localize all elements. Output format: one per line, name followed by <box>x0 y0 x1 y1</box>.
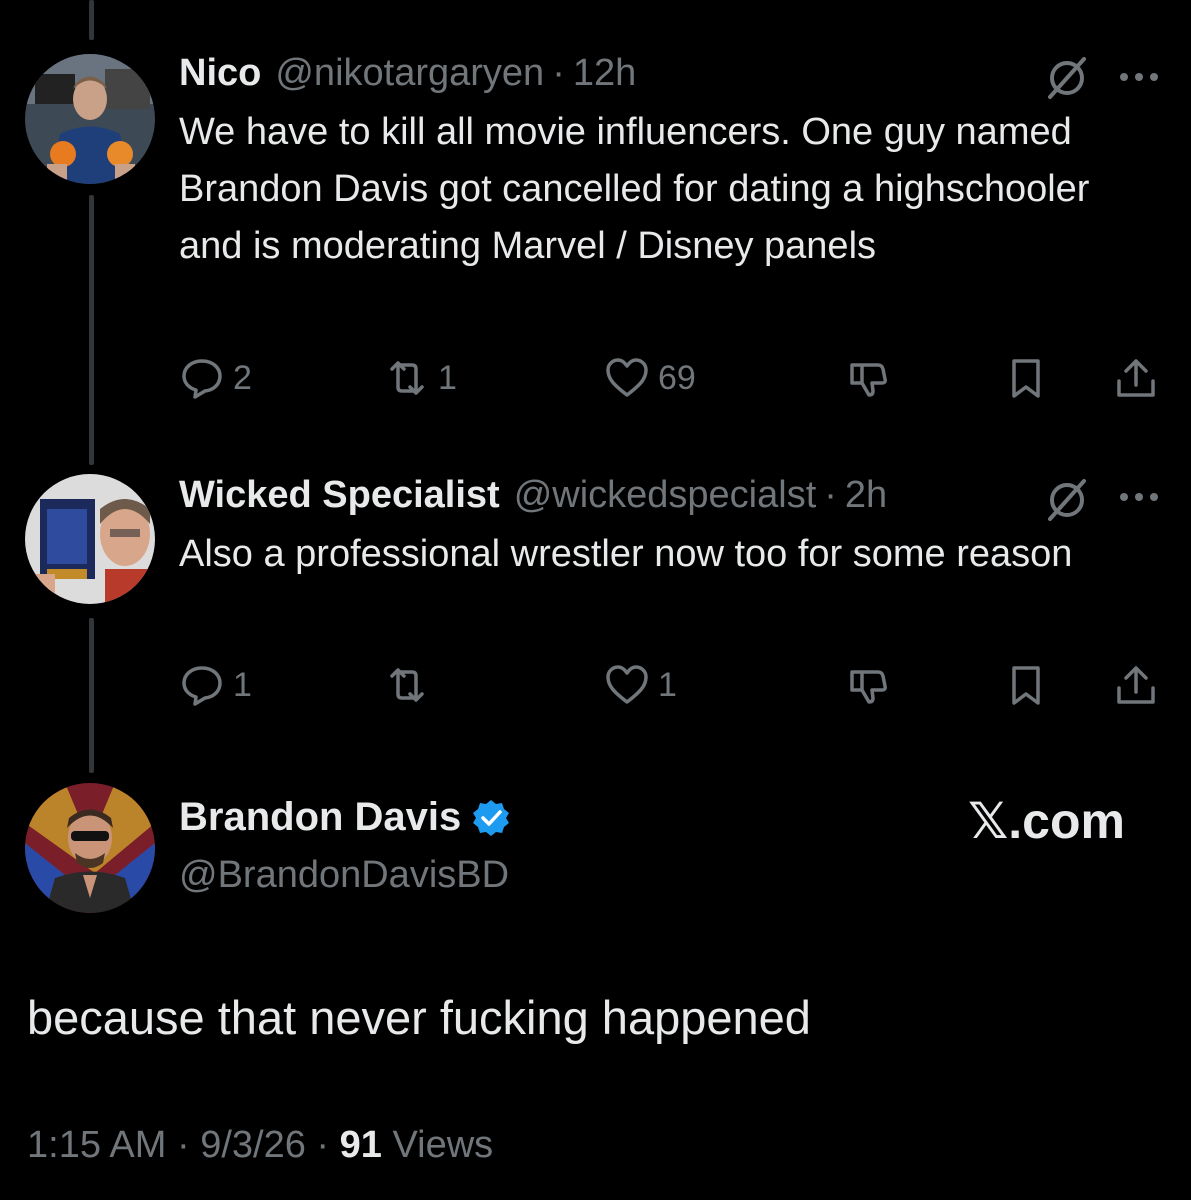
like-button[interactable]: 69 <box>604 355 696 401</box>
reply-button[interactable]: 1 <box>179 662 252 708</box>
author-name[interactable]: Nico <box>179 52 261 95</box>
repost-icon <box>390 668 424 702</box>
repost-icon <box>390 361 424 395</box>
main-author-handle[interactable]: @BrandonDavisBD <box>179 854 509 897</box>
tweet-actions: 2 1 69 <box>179 355 1169 405</box>
more-icon[interactable] <box>1118 490 1160 504</box>
reply-icon <box>182 359 222 399</box>
like-button[interactable]: 1 <box>604 662 677 708</box>
avatar-wicked-specialist[interactable] <box>25 474 155 604</box>
main-author-name-row: Brandon Davis <box>179 795 511 840</box>
tweet-date[interactable]: 9/3/26 <box>200 1124 306 1166</box>
verified-badge-icon <box>473 799 510 836</box>
tweet-time[interactable]: 1:15 AM <box>27 1124 166 1166</box>
thread-line-2 <box>89 618 94 773</box>
tweet-actions: 1 1 <box>179 662 1169 712</box>
bookmark-icon <box>1012 666 1040 705</box>
tweet-text: We have to kill all movie influencers. O… <box>179 111 1090 267</box>
downvote-button[interactable] <box>846 355 892 401</box>
reply-button[interactable]: 2 <box>179 355 252 401</box>
avatar-nico[interactable] <box>25 54 155 184</box>
grok-icon[interactable] <box>1044 477 1090 523</box>
share-button[interactable] <box>1113 662 1159 708</box>
repost-button[interactable]: 1 <box>384 355 457 401</box>
tweet-header: Nico @nikotargaryen · 12h <box>179 52 636 95</box>
tweet-time[interactable]: 2h <box>845 474 887 517</box>
bookmark-button[interactable] <box>1003 662 1049 708</box>
avatar-brandon-davis[interactable] <box>25 783 155 913</box>
bookmark-button[interactable] <box>1003 355 1049 401</box>
author-handle[interactable]: @nikotargaryen <box>275 52 544 95</box>
site-label: 𝕏.com <box>968 793 1125 849</box>
reply-icon <box>182 666 222 706</box>
tweet-header: Wicked Specialist @wickedspecialst · 2h <box>179 474 887 517</box>
reply-count: 2 <box>233 358 252 397</box>
thread-line-top <box>89 0 94 40</box>
like-count: 1 <box>658 665 677 704</box>
separator-dot: · <box>552 52 565 94</box>
separator-dot: · <box>824 474 837 516</box>
author-name[interactable]: Wicked Specialist <box>179 474 500 517</box>
reply-count: 1 <box>233 665 252 704</box>
like-icon <box>606 665 648 704</box>
thread-line-1 <box>89 195 94 465</box>
downvote-button[interactable] <box>846 662 892 708</box>
tweet-time[interactable]: 12h <box>573 52 636 95</box>
tweet-meta: 1:15 AM · 9/3/26 · 91 Views <box>27 1124 493 1167</box>
downvote-icon <box>850 363 887 397</box>
downvote-icon <box>850 670 887 704</box>
bookmark-icon <box>1012 359 1040 398</box>
main-author-name[interactable]: Brandon Davis <box>179 795 461 840</box>
views-label[interactable]: Views <box>392 1124 493 1166</box>
repost-count: 1 <box>438 358 457 397</box>
grok-icon[interactable] <box>1044 55 1090 101</box>
repost-button[interactable] <box>384 662 438 708</box>
tweet-text: Also a professional wrestler now too for… <box>179 533 1073 575</box>
share-icon <box>1117 666 1155 704</box>
share-button[interactable] <box>1113 355 1159 401</box>
main-tweet-text: because that never fucking happened <box>27 991 811 1044</box>
like-count: 69 <box>658 358 696 397</box>
views-count: 91 <box>339 1124 382 1166</box>
share-icon <box>1117 359 1155 397</box>
more-icon[interactable] <box>1118 70 1160 84</box>
separator-dot: · <box>316 1124 330 1166</box>
author-handle[interactable]: @wickedspecialst <box>514 474 817 517</box>
separator-dot: · <box>176 1124 190 1166</box>
like-icon <box>606 358 648 397</box>
